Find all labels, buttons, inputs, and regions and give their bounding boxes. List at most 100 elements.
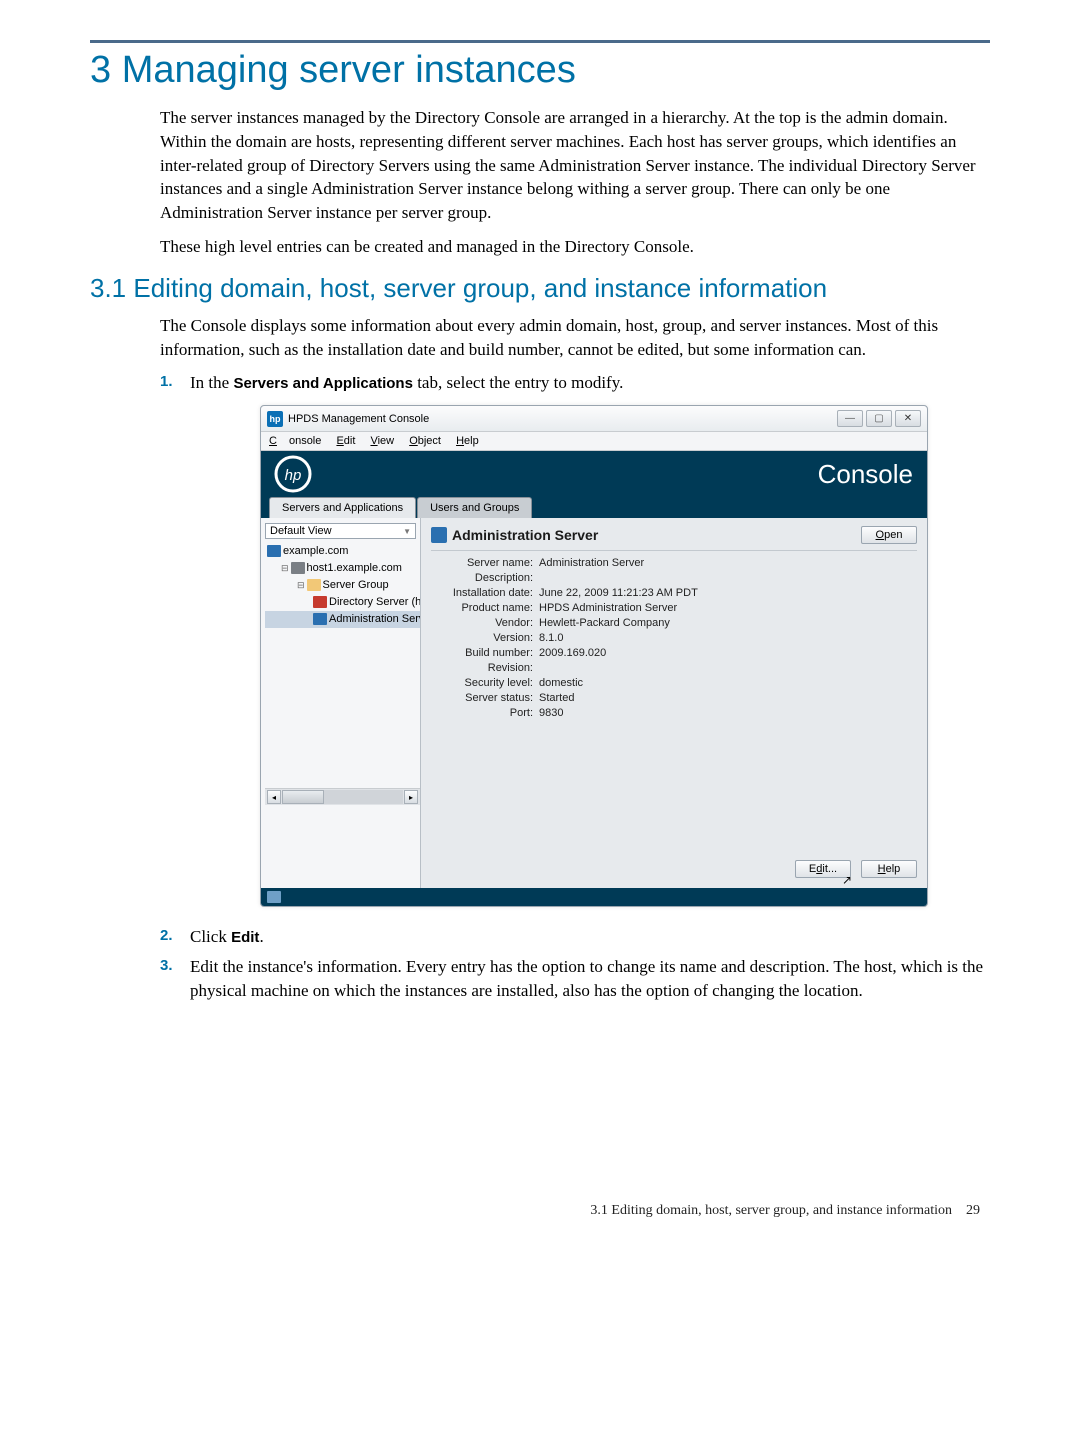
directory-server-icon — [313, 596, 327, 608]
step-1: 1. In the Servers and Applications tab, … — [160, 371, 990, 395]
prop-k: Security level: — [437, 677, 539, 689]
step-2-bold: Edit — [231, 929, 259, 946]
prop-k: Version: — [437, 632, 539, 644]
detail-title: Administration Server — [452, 527, 598, 543]
step-number: 1. — [160, 371, 190, 395]
tab-row: Servers and Applications Users and Group… — [261, 497, 927, 518]
menu-edit[interactable]: Edit — [336, 435, 355, 447]
maximize-button[interactable]: ▢ — [866, 410, 892, 427]
status-icon — [267, 891, 281, 903]
tree-admin-label: Administration Server — [329, 613, 420, 625]
step-2-pre: Click — [190, 927, 231, 946]
scrollbar-thumb[interactable] — [282, 790, 324, 804]
section-paragraph: The Console displays some information ab… — [160, 314, 990, 362]
tree-admin-server[interactable]: Administration Server — [265, 611, 420, 628]
step-1-bold: Servers and Applications — [233, 375, 413, 392]
prop-v: 8.1.0 — [539, 632, 917, 644]
tree-host[interactable]: ⊟ host1.example.com — [265, 560, 420, 577]
prop-k: Build number: — [437, 647, 539, 659]
menu-object[interactable]: Object — [409, 435, 441, 447]
intro-paragraph-2: These high level entries can be created … — [160, 235, 990, 259]
prop-k: Product name: — [437, 602, 539, 614]
step-2-post: . — [259, 927, 263, 946]
prop-v: HPDS Administration Server — [539, 602, 917, 614]
tab-servers-applications[interactable]: Servers and Applications — [269, 497, 416, 518]
console-brand-label: Console — [818, 459, 913, 490]
view-selector-value: Default View — [270, 525, 332, 537]
step-3: 3. Edit the instance's information. Ever… — [160, 955, 990, 1003]
window-titlebar[interactable]: hp HPDS Management Console — ▢ ✕ — [261, 406, 927, 432]
tree-scrollbar[interactable]: ◂ ▸ — [265, 788, 420, 805]
menu-console[interactable]: Console — [269, 435, 321, 447]
step-2: 2. Click Edit. — [160, 925, 990, 949]
prop-v: 2009.169.020 — [539, 647, 917, 659]
app-icon: hp — [267, 411, 283, 427]
svg-text:hp: hp — [285, 467, 302, 484]
navigation-tree[interactable]: example.com ⊟host1.example.com ⊟Server G… — [265, 543, 420, 628]
chevron-down-icon: ▼ — [403, 527, 411, 536]
properties-grid: Server name:Administration Server Descri… — [437, 557, 917, 719]
expander-icon[interactable]: ⊟ — [281, 563, 289, 573]
footer-text: 3.1 Editing domain, host, server group, … — [590, 1203, 952, 1218]
folder-icon — [307, 579, 321, 591]
tree-domain-label: example.com — [283, 545, 348, 557]
tree-host-label: host1.example.com — [307, 562, 402, 574]
prop-k: Port: — [437, 707, 539, 719]
host-icon — [291, 562, 305, 574]
tree-directory-server[interactable]: Directory Server (host1 — [265, 594, 420, 611]
step-1-post: tab, select the entry to modify. — [413, 373, 623, 392]
step-number: 3. — [160, 955, 190, 1003]
intro-paragraph-1: The server instances managed by the Dire… — [160, 106, 990, 225]
page-number: 29 — [966, 1203, 980, 1218]
scroll-left-button[interactable]: ◂ — [267, 790, 281, 804]
close-button[interactable]: ✕ — [895, 410, 921, 427]
prop-v: Started — [539, 692, 917, 704]
help-button[interactable]: Help — [861, 860, 917, 878]
prop-v: Administration Server — [539, 557, 917, 569]
prop-v: Hewlett-Packard Company — [539, 617, 917, 629]
prop-v: domestic — [539, 677, 917, 689]
window-title: HPDS Management Console — [288, 413, 429, 425]
open-button[interactable]: Open — [861, 526, 917, 544]
step-text: Click Edit. — [190, 925, 264, 949]
step-number: 2. — [160, 925, 190, 949]
prop-k: Vendor: — [437, 617, 539, 629]
step-text: In the Servers and Applications tab, sel… — [190, 371, 623, 395]
prop-k: Server name: — [437, 557, 539, 569]
section-heading: 3.1 Editing domain, host, server group, … — [90, 273, 990, 304]
prop-v: June 22, 2009 11:21:23 AM PDT — [539, 587, 917, 599]
prop-k: Revision: — [437, 662, 539, 674]
step-text: Edit the instance's information. Every e… — [190, 955, 990, 1003]
admin-server-icon — [431, 527, 447, 543]
prop-v: 9830 — [539, 707, 917, 719]
tree-sidebar: Default View ▼ example.com ⊟host1.exampl… — [261, 518, 421, 888]
tree-domain[interactable]: example.com — [265, 543, 420, 560]
edit-button[interactable]: Edit... — [795, 860, 851, 878]
menu-view[interactable]: View — [370, 435, 394, 447]
step-1-pre: In the — [190, 373, 233, 392]
prop-k: Description: — [437, 572, 539, 584]
brand-row: hp Console — [261, 451, 927, 497]
tab-users-groups[interactable]: Users and Groups — [417, 497, 532, 518]
tree-server-group[interactable]: ⊟ Server Group — [265, 577, 420, 594]
expander-icon[interactable]: ⊟ — [297, 580, 305, 590]
chapter-heading: 3 Managing server instances — [90, 49, 990, 92]
scroll-right-button[interactable]: ▸ — [404, 790, 418, 804]
scrollbar-track[interactable] — [282, 790, 403, 804]
domain-icon — [267, 545, 281, 557]
tree-ds-label: Directory Server (host1 — [329, 596, 420, 608]
menu-bar: Console Edit View Object Help — [261, 432, 927, 451]
work-area: Default View ▼ example.com ⊟host1.exampl… — [261, 518, 927, 888]
detail-panel: Administration Server Open Server name:A… — [421, 518, 927, 888]
minimize-button[interactable]: — — [837, 410, 863, 427]
tree-group-label: Server Group — [323, 579, 389, 591]
console-window: hp HPDS Management Console — ▢ ✕ Console… — [260, 405, 928, 907]
prop-v — [539, 572, 917, 584]
menu-help[interactable]: Help — [456, 435, 479, 447]
status-bar — [261, 888, 927, 906]
view-selector[interactable]: Default View ▼ — [265, 523, 416, 539]
top-rule — [90, 40, 990, 43]
admin-server-icon — [313, 613, 327, 625]
prop-v — [539, 662, 917, 674]
prop-k: Server status: — [437, 692, 539, 704]
